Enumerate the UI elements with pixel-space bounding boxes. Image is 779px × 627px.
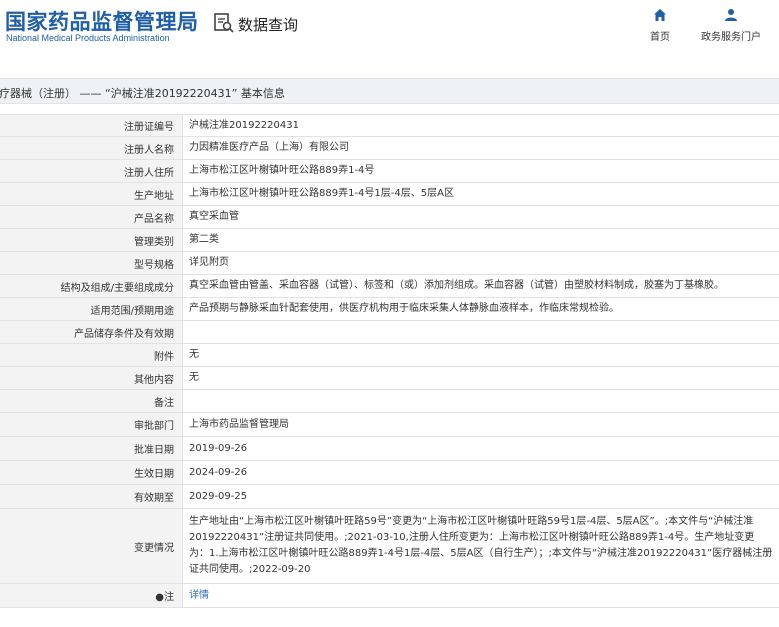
row-value: 详情 (183, 584, 779, 607)
home-icon (653, 8, 667, 25)
table-row: 有效期至 2029-09-25 (0, 485, 779, 509)
row-key: 审批部门 (0, 413, 183, 436)
row-value: 2019-09-26 (189, 442, 248, 454)
row-key: 附件 (0, 344, 183, 366)
table-row: 生产地址 上海市松江区叶榭镇叶旺公路889弄1-4号1层-4层、5层A区 (0, 183, 779, 206)
user-icon (724, 8, 738, 25)
row-key: 结构及组成/主要组成成分 (0, 275, 183, 297)
row-value: 真空采血管由管盖、采血容器（试管）、标签和（或）添加剂组成。采血容器（试管）由塑… (189, 280, 724, 291)
data-query-title: 数据查询 (213, 12, 298, 37)
row-key: 批准日期 (0, 437, 183, 460)
row-value: 真空采血管 (189, 211, 239, 222)
query-title-text: 数据查询 (238, 16, 299, 34)
row-key: 型号规格 (0, 252, 183, 274)
table-row: 产品名称 真空采血管 (0, 206, 779, 229)
row-value: 详见附页 (189, 257, 229, 268)
site-logo-subtitle: National Medical Products Administration (6, 33, 170, 43)
row-key: 注册人名称 (0, 137, 183, 159)
table-row: 管理类别 第二类 (0, 229, 779, 252)
row-value: 沪械注准20192220431 (189, 119, 299, 131)
row-key: 其他内容 (0, 367, 183, 389)
details-link[interactable]: 详情 (189, 588, 209, 604)
row-value: 无 (189, 349, 199, 360)
row-value (183, 321, 779, 343)
table-row: 批准日期 2019-09-26 (0, 437, 779, 461)
row-key: 产品名称 (0, 206, 183, 228)
table-row: 审批部门 上海市药品监督管理局 (0, 413, 779, 437)
nav-government-portal[interactable]: 政务服务门户 (701, 8, 761, 43)
nav-home[interactable]: 首页 (630, 8, 690, 43)
nav-portal-label: 政务服务门户 (701, 32, 761, 43)
row-value: 生产地址由“上海市松江区叶榭镇叶旺路59号”变更为“上海市松江区叶榭镇叶旺路59… (189, 516, 773, 575)
table-row: 附件 无 (0, 344, 779, 367)
table-row: 生效日期 2024-09-26 (0, 461, 779, 485)
row-key: 有效期至 (0, 485, 183, 508)
breadcrumb: 医疗器械（注册） —— “沪械注准20192220431” 基本信息 (0, 78, 779, 104)
table-row: 注册人名称 力因精准医疗产品（上海）有限公司 (0, 137, 779, 160)
row-value: 2029-09-25 (189, 490, 248, 502)
nav-home-label: 首页 (650, 32, 670, 43)
row-value (183, 390, 779, 412)
row-key: ●注 (0, 584, 183, 607)
row-key: 产品储存条件及有效期 (0, 321, 183, 343)
table-row: 产品储存条件及有效期 (0, 321, 779, 344)
row-value: 上海市松江区叶榭镇叶旺公路889弄1-4号1层-4层、5层A区 (189, 188, 454, 199)
table-row: 适用范围/预期用途 产品预期与静脉采血针配套使用，供医疗机构用于临床采集人体静脉… (0, 298, 779, 321)
row-key: 适用范围/预期用途 (0, 298, 183, 320)
table-row: 注册人住所 上海市松江区叶榭镇叶旺公路889弄1-4号 (0, 160, 779, 183)
breadcrumb-text: 医疗器械（注册） —— “沪械注准20192220431” 基本信息 (0, 87, 285, 100)
row-value: 上海市药品监督管理局 (189, 418, 289, 430)
row-value: 力因精准医疗产品（上海）有限公司 (189, 142, 349, 153)
detail-table: 注册证编号 沪械注准20192220431 注册人名称 力因精准医疗产品（上海）… (0, 114, 779, 608)
row-key: 生产地址 (0, 183, 183, 205)
row-value: 上海市松江区叶榭镇叶旺公路889弄1-4号 (189, 165, 375, 176)
table-row: 型号规格 详见附页 (0, 252, 779, 275)
site-header: 国家药品监督管理局 National Medical Products Admi… (0, 0, 779, 58)
table-row: 备注 (0, 390, 779, 413)
row-key: 注册证编号 (0, 115, 183, 136)
site-logo-title[interactable]: 国家药品监督管理局 (5, 6, 199, 36)
row-value: 2024-09-26 (189, 466, 248, 478)
table-row: ●注 详情 (0, 584, 779, 608)
row-key: 管理类别 (0, 229, 183, 251)
row-key: 变更情况 (0, 509, 183, 583)
table-row: 注册证编号 沪械注准20192220431 (0, 114, 779, 137)
row-value: 产品预期与静脉采血针配套使用，供医疗机构用于临床采集人体静脉血液样本，作临床常规… (189, 303, 619, 314)
table-row: 变更情况 生产地址由“上海市松江区叶榭镇叶旺路59号”变更为“上海市松江区叶榭镇… (0, 509, 779, 584)
search-document-icon (213, 12, 235, 37)
table-row: 结构及组成/主要组成成分 真空采血管由管盖、采血容器（试管）、标签和（或）添加剂… (0, 275, 779, 298)
row-key: 注册人住所 (0, 160, 183, 182)
table-row: 其他内容 无 (0, 367, 779, 390)
row-value: 第二类 (189, 234, 219, 245)
row-key: 备注 (0, 390, 183, 412)
row-key: 生效日期 (0, 461, 183, 484)
row-value: 无 (189, 372, 199, 383)
